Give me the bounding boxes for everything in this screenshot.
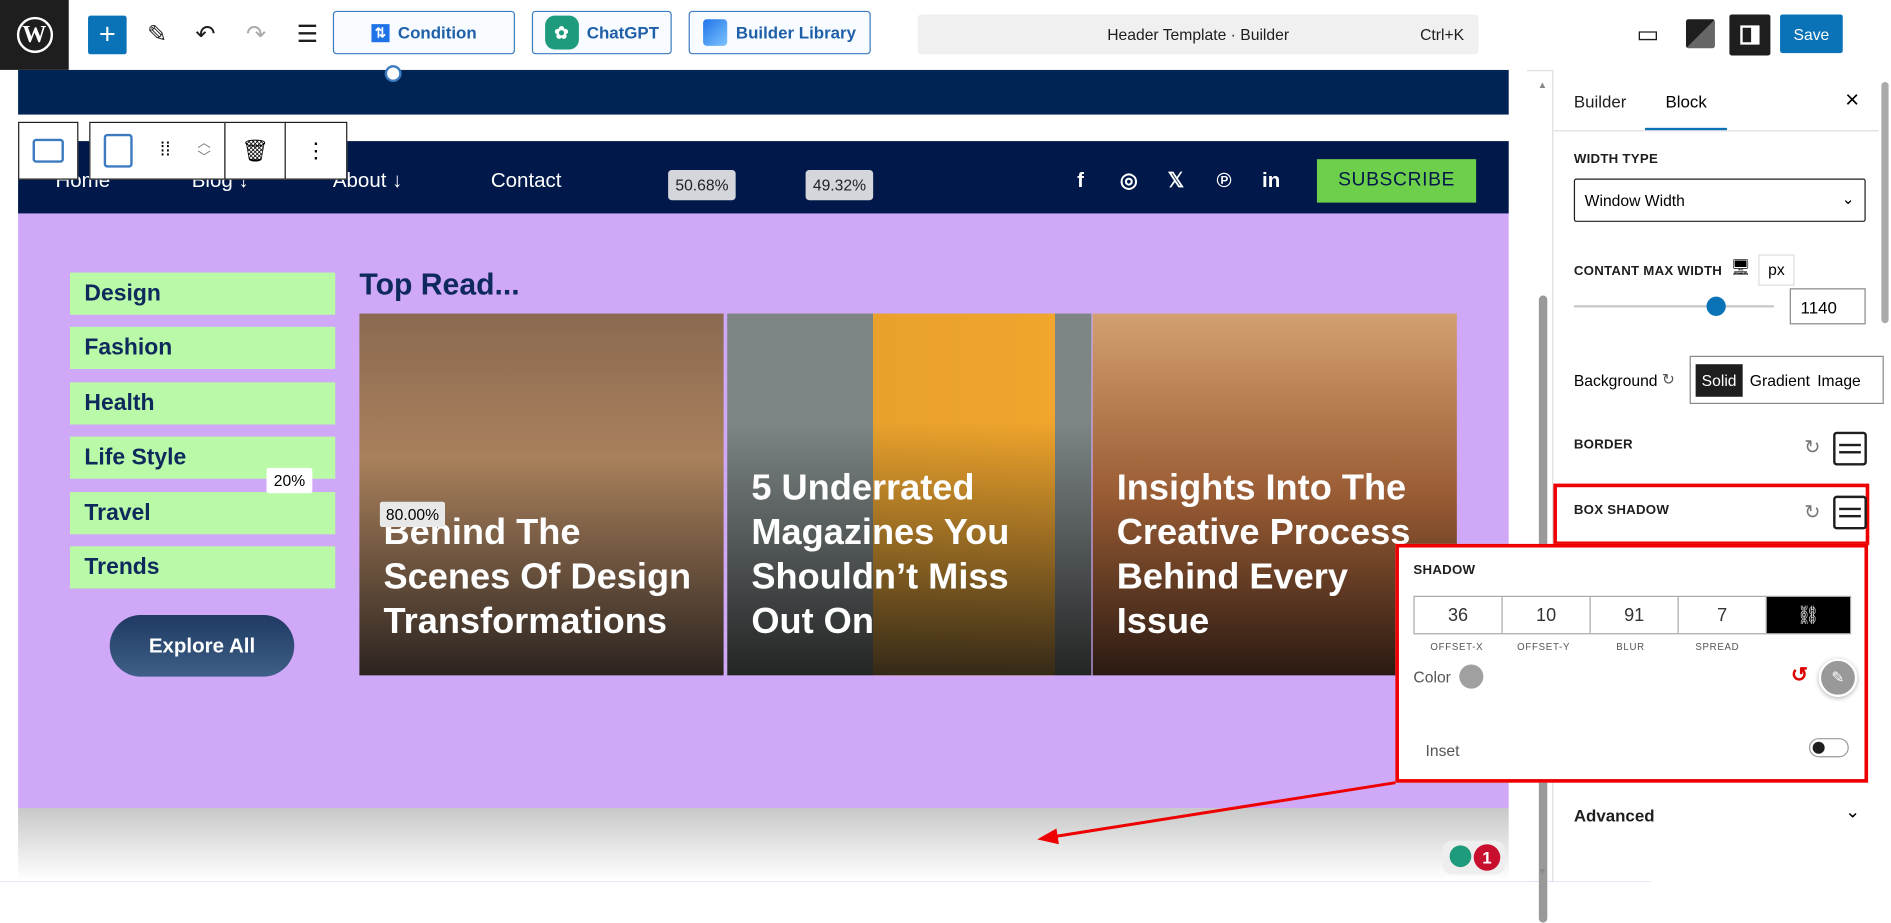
annotation-arrow	[1037, 781, 1396, 845]
